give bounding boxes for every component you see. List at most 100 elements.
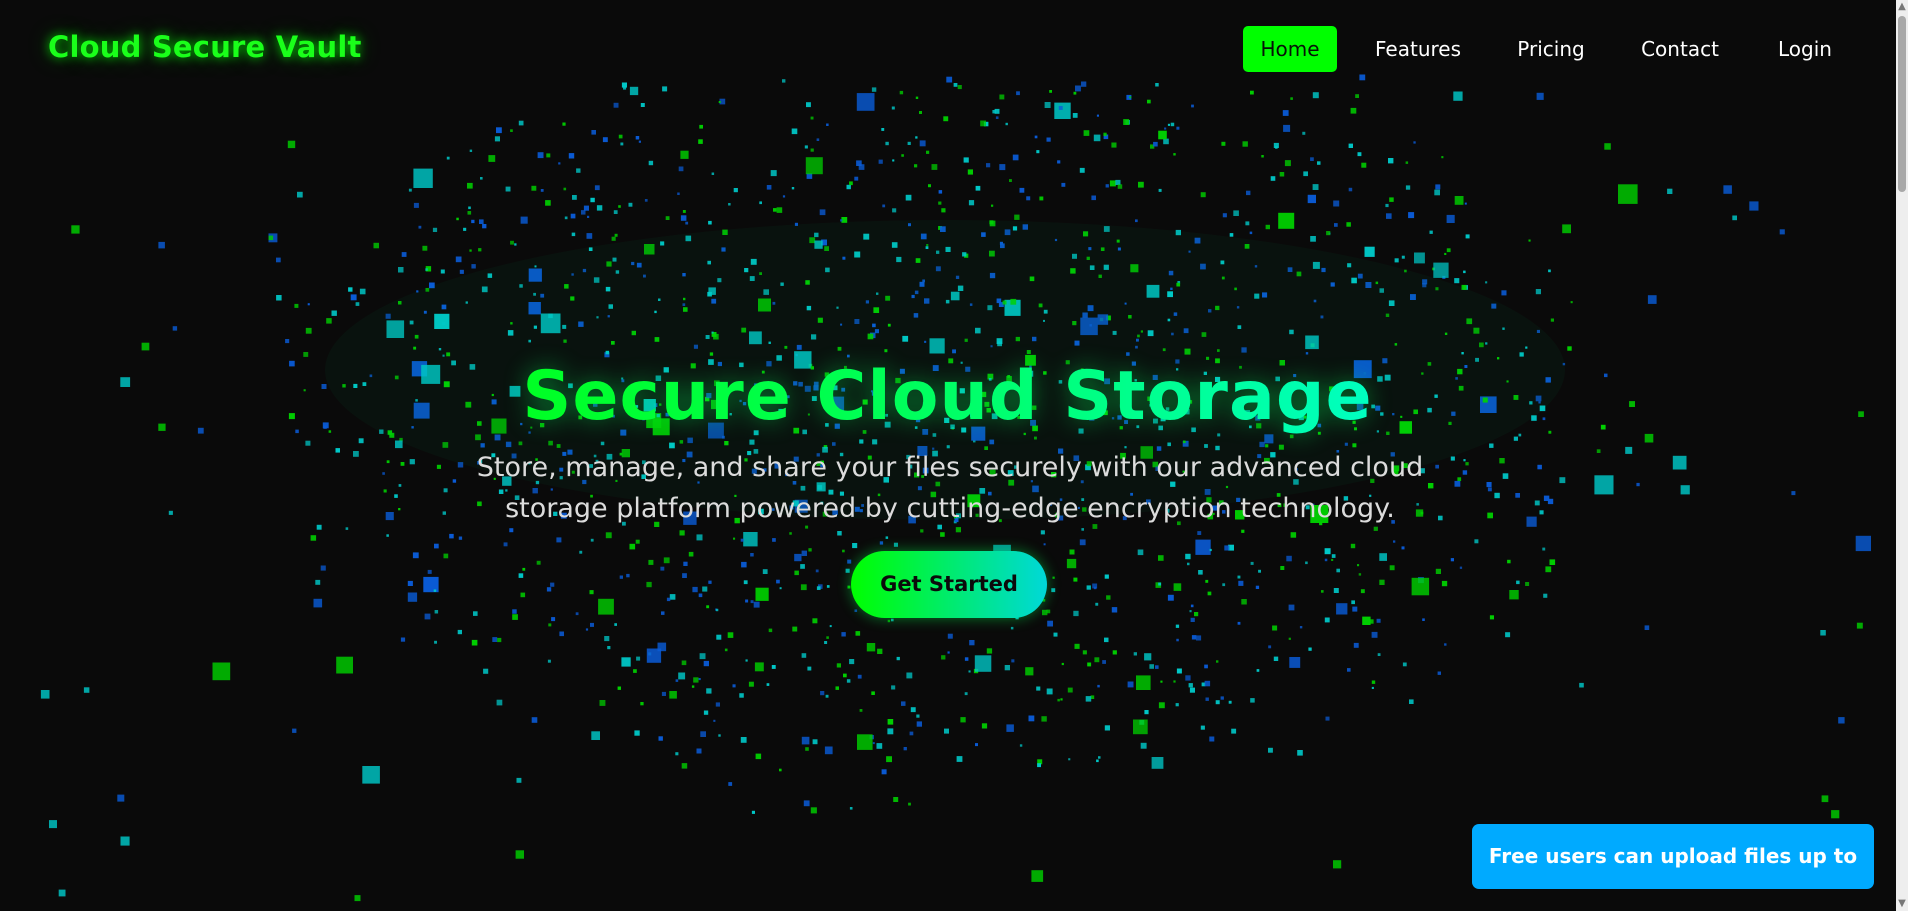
square-particle: [857, 674, 862, 679]
square-particle: [559, 631, 564, 637]
square-particle: [400, 462, 405, 466]
square-particle: [657, 642, 667, 652]
square-particle: [1389, 565, 1395, 571]
square-particle: [995, 116, 999, 119]
square-particle: [1158, 130, 1167, 140]
square-particle: [602, 137, 608, 143]
square-particle: [398, 484, 402, 487]
square-particle: [792, 626, 798, 632]
square-particle: [740, 538, 744, 542]
square-particle: [335, 448, 340, 453]
square-particle: [576, 168, 581, 173]
square-particle: [1198, 570, 1203, 575]
square-particle: [1014, 214, 1020, 220]
square-particle: [638, 140, 641, 143]
nav-home-link[interactable]: Home: [1243, 26, 1337, 72]
square-particle: [660, 566, 665, 571]
scrollbar-down-arrow-icon[interactable]: ▼: [1897, 897, 1907, 911]
square-particle: [386, 460, 390, 464]
square-particle: [1305, 561, 1308, 565]
square-particle: [810, 807, 817, 814]
square-particle: [700, 731, 706, 737]
get-started-button[interactable]: Get Started: [851, 551, 1047, 618]
square-particle: [614, 623, 617, 626]
square-particle: [432, 227, 438, 232]
square-particle: [926, 150, 930, 154]
nav-features-link[interactable]: Features: [1368, 26, 1468, 72]
square-particle: [1307, 194, 1316, 204]
square-particle: [1429, 230, 1433, 234]
square-particle: [1104, 574, 1109, 579]
square-particle: [1187, 562, 1190, 566]
square-particle: [1667, 188, 1673, 194]
square-particle: [826, 123, 829, 126]
square-particle: [1310, 157, 1314, 161]
square-particle: [518, 573, 524, 578]
square-particle: [1596, 449, 1601, 453]
nav-pricing-link[interactable]: Pricing: [1510, 26, 1592, 72]
scrollbar-up-arrow-icon[interactable]: ▲: [1897, 0, 1907, 14]
square-particle: [1361, 162, 1367, 168]
square-particle: [1414, 252, 1425, 264]
square-particle: [991, 204, 994, 207]
square-particle: [328, 430, 332, 433]
square-particle: [960, 717, 966, 723]
square-particle: [1333, 860, 1342, 869]
square-particle: [981, 723, 988, 729]
square-particle: [496, 699, 503, 706]
square-particle: [1357, 152, 1362, 157]
square-particle: [819, 209, 826, 216]
square-particle: [288, 413, 295, 420]
square-particle: [1386, 213, 1392, 219]
square-particle: [1191, 635, 1197, 640]
square-particle: [1123, 119, 1130, 125]
square-particle: [882, 204, 886, 208]
square-particle: [1233, 210, 1239, 216]
square-particle: [679, 530, 685, 536]
square-particle: [158, 241, 165, 249]
square-particle: [661, 611, 665, 615]
square-particle: [847, 585, 851, 589]
square-particle: [849, 181, 853, 186]
square-particle: [467, 182, 473, 189]
square-particle: [1175, 624, 1180, 628]
square-particle: [1170, 122, 1175, 127]
square-particle: [1220, 696, 1224, 700]
square-particle: [1444, 643, 1447, 646]
square-particle: [691, 685, 695, 688]
nav-login-link[interactable]: Login: [1768, 26, 1842, 72]
nav-contact-link[interactable]: Contact: [1636, 26, 1724, 72]
square-particle: [1317, 161, 1321, 165]
square-particle: [801, 550, 807, 556]
square-particle: [1222, 213, 1227, 218]
brand-logo-text[interactable]: Cloud Secure Vault: [48, 30, 362, 64]
square-particle: [1138, 181, 1144, 188]
hero-subtitle: Store, manage, and share your files secu…: [476, 452, 1424, 524]
square-particle: [514, 243, 517, 246]
square-particle: [373, 242, 379, 249]
square-particle: [1336, 568, 1340, 573]
square-particle: [816, 586, 821, 590]
square-particle: [999, 164, 1006, 171]
square-particle: [386, 534, 389, 537]
square-particle: [1413, 141, 1416, 144]
square-particle: [1151, 757, 1164, 769]
square-particle: [750, 600, 754, 604]
square-particle: [1347, 668, 1351, 672]
square-particle: [1190, 604, 1194, 608]
square-particle: [563, 187, 567, 191]
square-particle: [1082, 650, 1087, 655]
square-particle: [1215, 700, 1220, 705]
square-particle: [1550, 318, 1554, 322]
square-particle: [1389, 197, 1394, 202]
square-particle: [1324, 617, 1330, 623]
square-particle: [807, 666, 812, 671]
square-particle: [1010, 626, 1014, 630]
square-particle: [1106, 595, 1111, 600]
square-particle: [879, 541, 884, 545]
scrollbar-thumb[interactable]: [1898, 16, 1906, 192]
square-particle: [1111, 142, 1117, 148]
square-particle: [1222, 583, 1226, 587]
square-particle: [1242, 141, 1248, 147]
square-particle: [1109, 180, 1116, 187]
